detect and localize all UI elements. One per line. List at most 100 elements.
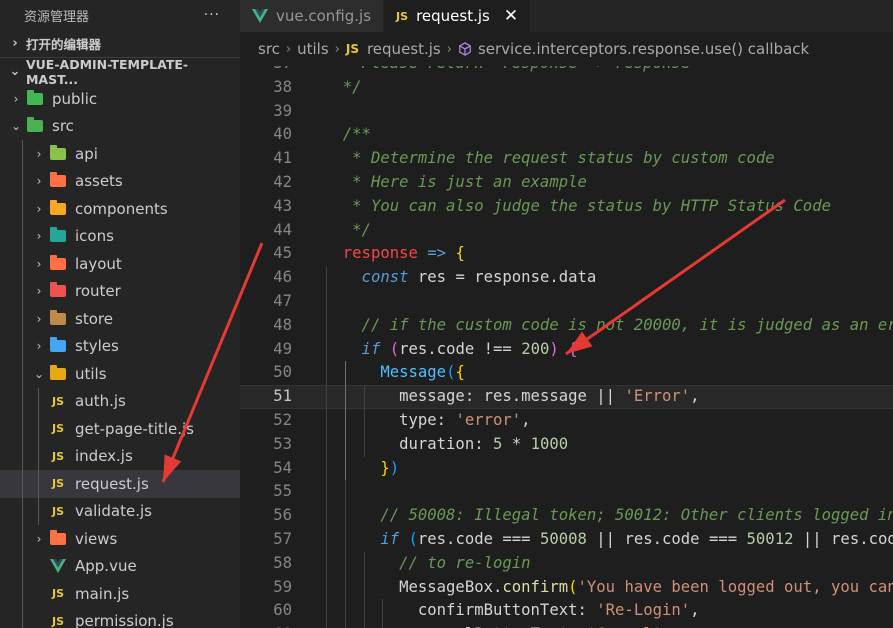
breadcrumb-utils[interactable]: utils [297,40,329,58]
js-file-icon: JS [51,394,64,408]
tree-item-router[interactable]: › router [0,277,240,305]
tree-item-components[interactable]: › components [0,195,240,223]
code-text: * Here is just an example [324,171,587,195]
code-token: // if the custom code is not 20000, it i… [324,315,893,334]
code-token: : [474,434,493,453]
code-line[interactable]: 44 */ [240,219,893,243]
code-text: if (res.code === 50008 || res.code === 5… [324,528,893,552]
code-line[interactable]: 57 if (res.code === 50008 || res.code ==… [240,527,893,552]
tree-item-public[interactable]: › public [0,85,240,113]
code-line[interactable]: 40 /** [240,123,893,147]
code-line[interactable]: 58 // to re-login [240,551,893,576]
code-line[interactable]: 38 */ [240,76,893,100]
code-text: type: 'error', [324,409,531,433]
code-line[interactable]: 59 MessageBox.confirm('You have been log… [240,575,893,600]
tree-item-label: api [75,144,98,163]
code-token: confirm [502,577,569,596]
tree-item-validate-js[interactable]: JS validate.js [0,497,240,525]
indent-guide [22,222,23,250]
code-line[interactable]: 55 [240,480,893,505]
line-number: 37 [240,66,292,76]
tree-item-permission-js[interactable]: JS permission.js [0,607,240,628]
code-line[interactable]: 52 type: 'error', [240,408,893,433]
open-editors-label: 打开的编辑器 [26,37,102,52]
code-token: ( [408,529,418,548]
editor-area: vue.config.js JS request.js ✕ src › util… [240,0,893,628]
code-line[interactable]: 53 duration: 5 * 1000 [240,432,893,457]
code-line[interactable]: 61 cancelButtonText: 'Cancel', [240,623,893,628]
code-editor[interactable]: 37 * Please return response => response3… [240,66,893,628]
more-actions-icon[interactable]: ··· [204,7,220,23]
code-line[interactable]: 41 * Determine the request status by cus… [240,147,893,171]
tree-item-app-vue[interactable]: App.vue [0,552,240,580]
code-line[interactable]: 46 const res = response.data [240,266,893,290]
chevron-right-icon: › [36,284,42,299]
indent-guide [22,305,23,333]
code-line[interactable]: 37 * Please return response => response [240,66,893,76]
tree-item-utils[interactable]: ⌄ utils [0,360,240,388]
code-token: 5 [493,434,503,453]
tree-item-styles[interactable]: › styles [0,332,240,360]
breadcrumb-symbol[interactable]: service.interceptors.response.use() call… [478,40,809,58]
line-number: 60 [273,601,292,620]
chevron-right-icon: › [12,36,18,51]
code-line[interactable]: 50 Message({ [240,361,893,386]
tree-item-layout[interactable]: › layout [0,250,240,278]
tab-vue-config[interactable]: vue.config.js [240,0,385,32]
tree-item-label: validate.js [75,502,152,521]
tree-item-label: auth.js [75,392,126,411]
code-line[interactable]: 39 [240,100,893,124]
code-line[interactable]: 54 }) [240,456,893,481]
code-token: || [596,387,625,406]
breadcrumb-file[interactable]: request.js [367,40,441,58]
line-number: 49 [273,339,292,358]
open-editors-section[interactable]: › 打开的编辑器 [0,30,240,57]
tree-item-main-js[interactable]: JS main.js [0,580,240,608]
code-token: Message [324,363,447,382]
tree-item-get-page-title-js[interactable]: JS get-page-title.js [0,415,240,443]
code-token: * Determine the request status by custom… [324,149,775,168]
tab-request-js[interactable]: JS request.js ✕ [384,0,532,32]
code-token: response [324,244,418,263]
indent-guide [22,167,23,195]
line-number: 42 [273,172,292,191]
code-token: : [577,601,597,620]
line-number: 43 [273,196,292,215]
breadcrumb-src[interactable]: src [258,40,280,58]
code-token: * [502,434,531,453]
project-section[interactable]: ⌄ VUE-ADMIN-TEMPLATE-MAST... [0,57,240,87]
code-line[interactable]: 60 confirmButtonText: 'Re-Login', [240,599,893,624]
code-line[interactable]: 45 response => { [240,242,893,266]
tree-item-store[interactable]: › store [0,305,240,333]
code-line[interactable]: 42 * Here is just an example [240,171,893,195]
folder-utils-icon [49,364,67,382]
chevron-down-icon: ⌄ [9,64,21,79]
tree-item-request-js[interactable]: JS request.js [0,470,240,498]
tree-item-index-js[interactable]: JS index.js [0,442,240,470]
code-text: */ [324,219,371,243]
tree-item-api[interactable]: › api [0,140,240,168]
code-token: , [521,410,531,429]
code-token: === [708,529,747,548]
chevron-down-icon: ⌄ [10,119,22,134]
code-text: const res = response.data [324,266,597,290]
code-token: * Here is just an example [324,172,587,191]
code-line[interactable]: 56 // 50008: Illegal token; 50012: Other… [240,504,893,528]
code-text: MessageBox.confirm('You have been logged… [324,576,893,600]
code-line[interactable]: 51 message: res.message || 'Error', [240,385,893,409]
tree-item-auth-js[interactable]: JS auth.js [0,387,240,415]
code-line[interactable]: 48 // if the custom code is not 20000, i… [240,313,893,338]
code-line[interactable]: 47 [240,289,893,314]
tree-item-src[interactable]: ⌄ src [0,113,240,141]
tab-label: request.js [416,7,490,25]
code-token: !== [483,339,522,358]
tree-item-icons[interactable]: › icons [0,222,240,250]
code-line[interactable]: 43 * You can also judge the status by HT… [240,195,893,219]
tree-item-assets[interactable]: › assets [0,167,240,195]
indent-guide [22,497,23,525]
code-line[interactable]: 49 if (res.code !== 200) { [240,337,893,362]
close-icon[interactable]: ✕ [504,6,518,26]
tree-item-views[interactable]: › views [0,525,240,553]
line-number: 39 [273,101,292,120]
